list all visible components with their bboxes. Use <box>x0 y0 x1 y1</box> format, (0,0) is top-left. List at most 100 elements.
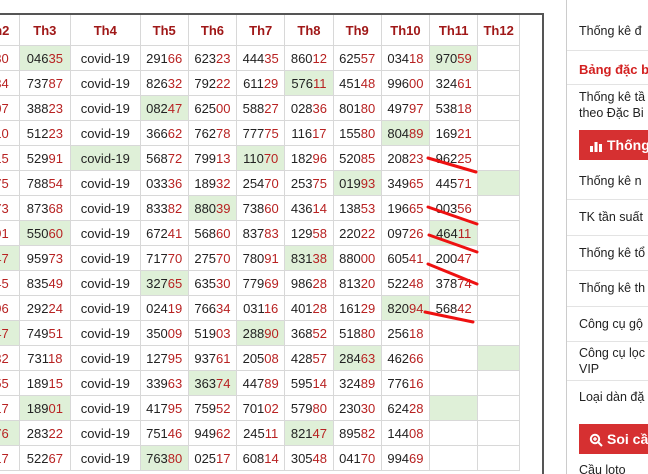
sidebar-item-thongke-tong[interactable]: Thống kê tổ <box>579 245 645 261</box>
table-cell: 417 <box>0 395 20 421</box>
cell-number-prefix: 292 <box>26 300 49 316</box>
table-cell <box>477 120 520 146</box>
cell-number-suffix: 89 <box>409 125 424 141</box>
table-cell: 23030 <box>332 395 382 421</box>
cell-number-prefix: 464 <box>436 225 458 241</box>
table-cell: 12795 <box>139 345 189 371</box>
cell-number-suffix: 59 <box>457 50 472 66</box>
cell-number-prefix: 568 <box>194 225 217 241</box>
cell-number-suffix: 14 <box>312 200 328 216</box>
cell-number-prefix: 144 <box>387 425 410 441</box>
cell-number-suffix: 10 <box>0 125 9 141</box>
cell-number-suffix: 30 <box>216 275 231 291</box>
cell-number-suffix: 91 <box>264 250 279 266</box>
cell-number-suffix: 23 <box>409 150 424 166</box>
sidebar-item-thongke-tan-line2[interactable]: theo Đặc Bi <box>579 105 644 121</box>
table-cell: covid-19 <box>69 220 141 246</box>
cell-number-suffix: 52 <box>216 400 231 416</box>
table-cell: 83382 <box>139 195 189 221</box>
table-cell: 83783 <box>236 220 286 246</box>
cell-number-prefix: 288 <box>242 325 265 341</box>
cell-number-prefix: 116 <box>291 125 313 141</box>
cell-number-suffix: 87 <box>48 75 63 91</box>
sidebar-item-loai-dan[interactable]: Loại dàn đặ <box>579 389 644 405</box>
cell-number-suffix: 32 <box>216 175 231 191</box>
table-cell: 28463 <box>332 345 382 371</box>
cell-number-prefix: 208 <box>387 150 410 166</box>
table-row: 85518915covid-19339633637444789595143248… <box>0 370 520 396</box>
cell-number-prefix: 701 <box>242 400 265 416</box>
table-cell: covid-19 <box>69 395 141 421</box>
table-row: 27578854covid-19033361893225470253750199… <box>0 170 520 196</box>
cell-number-prefix: 780 <box>242 250 265 266</box>
cell-number-suffix: 47 <box>457 250 472 266</box>
table-cell <box>477 370 520 396</box>
cell-number-prefix: 550 <box>26 225 49 241</box>
table-cell: 60541 <box>380 245 431 271</box>
table-cell <box>477 145 520 171</box>
cell-number-prefix: 522 <box>387 275 410 291</box>
table-cell: 32489 <box>332 370 382 396</box>
sidebar-item-thongke-nhieu[interactable]: Thống kê n <box>579 173 642 189</box>
cell-number-prefix: 436 <box>290 200 313 216</box>
cell-number-suffix: 09 <box>167 325 183 341</box>
cell-number-prefix: 275 <box>194 250 217 266</box>
cell-number-prefix: 189 <box>194 175 217 191</box>
cell-number-prefix: 766 <box>194 300 217 316</box>
table-cell: 46411 <box>429 220 479 246</box>
sidebar-item-thongke-tan-line1[interactable]: Thống kê tầ <box>579 89 645 105</box>
cell-number-prefix: 033 <box>146 175 168 191</box>
sidebar-item-congcu-loc-line2[interactable]: VIP <box>579 361 599 377</box>
cell-number-suffix: 55 <box>0 375 9 391</box>
cell-number-suffix: 16 <box>409 375 424 391</box>
table-cell <box>477 45 520 71</box>
table-cell: 56842 <box>429 295 479 321</box>
cell-number-prefix: 880 <box>194 200 217 216</box>
sidebar-item-cau-loto[interactable]: Cầu loto <box>579 462 626 474</box>
cell-number-prefix: 717 <box>146 250 168 266</box>
sidebar-heading-bang-dac-biet[interactable]: Bảng đặc b <box>579 62 648 77</box>
table-cell: 56872 <box>139 145 189 171</box>
cell-number-suffix: 01 <box>48 400 63 416</box>
cell-number-suffix: 80 <box>167 450 183 466</box>
table-cell: 18901 <box>18 395 71 421</box>
table-cell: 00356 <box>429 195 479 221</box>
table-row: 13004635covid-19291666232344435860126255… <box>0 45 520 71</box>
cell-number-prefix: 959 <box>26 250 49 266</box>
table-cell: covid-19 <box>69 170 141 196</box>
sidebar-item-thongke-cap[interactable]: Thống kê đ <box>579 23 642 39</box>
sidebar-item-congcu-loc-line1[interactable]: Công cụ lọc <box>579 345 645 361</box>
table-cell: 82094 <box>380 295 431 321</box>
column-header: Th9 <box>332 14 382 46</box>
table-cell: 15580 <box>332 120 382 146</box>
table-cell: covid-19 <box>69 270 141 296</box>
table-cell: covid-19 <box>69 45 141 71</box>
cell-number-prefix: 082 <box>146 100 168 116</box>
cell-number-suffix: 27 <box>264 100 279 116</box>
sidebar-section-title: Thống <box>607 137 648 153</box>
cell-number-prefix: 996 <box>387 75 410 91</box>
sidebar-item-congcu-gop[interactable]: Công cụ gộ <box>579 316 643 332</box>
table-cell: 51903 <box>187 320 238 346</box>
sidebar-item-thongke-th[interactable]: Thống kê th <box>579 280 645 296</box>
table-row: 74774951covid-19350095190328890368525188… <box>0 320 520 346</box>
cell-number-suffix: 18 <box>409 325 424 341</box>
cell-number-suffix: 17 <box>216 450 231 466</box>
cell-number-prefix: 447 <box>242 375 265 391</box>
cell-number-prefix: 860 <box>290 50 313 66</box>
sidebar-item-tan-suat[interactable]: TK tần suất <box>579 209 643 225</box>
table-cell: 62557 <box>332 45 382 71</box>
cell-number-suffix: 07 <box>0 100 9 116</box>
cell-number-prefix: 831 <box>290 250 313 266</box>
table-cell: 57611 <box>284 70 334 96</box>
table-cell: 77775 <box>236 120 286 146</box>
table-cell: 83549 <box>18 270 71 296</box>
cell-number-suffix: 68 <box>48 200 63 216</box>
column-header: Th5 <box>139 14 189 46</box>
cell-number-prefix: 949 <box>194 425 217 441</box>
cell-number-suffix: 91 <box>0 225 9 241</box>
cell-number-prefix: 129 <box>290 225 313 241</box>
cell-number-suffix: 96 <box>312 150 328 166</box>
sidebar-section-soi-cau: Soi cầ <box>579 424 648 454</box>
cell-number-suffix: 14 <box>264 450 279 466</box>
